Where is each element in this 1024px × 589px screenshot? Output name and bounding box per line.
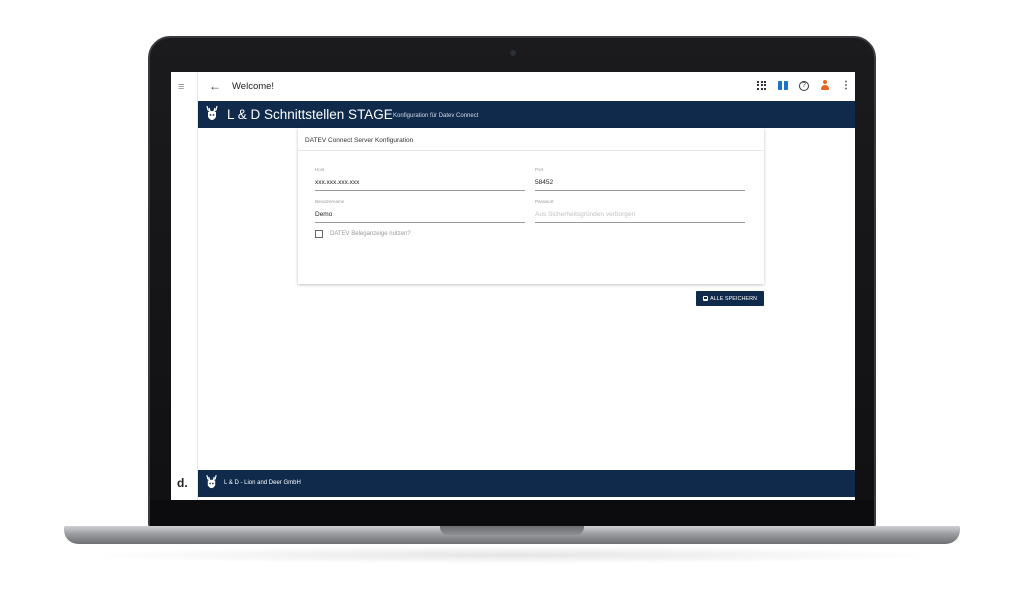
top-toolbar: ← Welcome! ? ⋮	[198, 72, 855, 101]
port-field[interactable]: Port 58452	[535, 167, 745, 191]
app-title: L & D Schnittstellen STAGE	[227, 107, 393, 122]
camera-icon	[510, 50, 516, 56]
app-subtitle: Konfiguration für Datev Connect	[393, 113, 479, 119]
arrow-left-icon[interactable]: ←	[209, 79, 221, 93]
username-field[interactable]: Benutzername Demo	[315, 199, 525, 223]
toolbar-icons: ? ⋮	[757, 80, 851, 91]
laptop-bezel	[150, 500, 874, 526]
rail-logo: d.	[177, 476, 188, 490]
host-input[interactable]: xxx.xxx.xxx.xxx	[315, 179, 525, 191]
password-label: Passwort	[535, 199, 554, 204]
deer-logo-icon	[206, 474, 217, 489]
help-icon[interactable]: ?	[799, 80, 809, 91]
save-all-label: ALLE SPEICHERN	[709, 295, 758, 302]
page-title: Welcome!	[232, 81, 275, 92]
apps-grid-icon[interactable]	[757, 80, 767, 91]
hamburger-menu-icon[interactable]: ≡	[178, 82, 184, 93]
deer-logo-icon	[206, 105, 218, 120]
config-card: DATEV Connect Server Konfiguration Host …	[298, 128, 764, 284]
username-input[interactable]: Demo	[315, 211, 525, 223]
app-footer: L & D - Lion and Deer GmbH	[198, 470, 855, 497]
port-label: Port	[535, 167, 544, 172]
port-input[interactable]: 58452	[535, 179, 745, 191]
laptop-notch	[440, 526, 584, 535]
password-field[interactable]: Passwort Aus Sicherheitsgründen verborge…	[535, 199, 745, 223]
more-vert-icon[interactable]: ⋮	[841, 80, 851, 91]
footer-company: L & D - Lion and Deer GmbH	[224, 480, 301, 486]
side-rail: ≡ d.	[171, 72, 198, 500]
password-input[interactable]: Aus Sicherheitsgründen verborgen	[535, 211, 745, 223]
laptop-screen: ≡ d. ← Welcome! ? ⋮ L & D Schnittstellen…	[171, 72, 855, 500]
save-all-button[interactable]: ALLE SPEICHERN	[696, 291, 764, 306]
app-header: L & D Schnittstellen STAGE Konfiguration…	[198, 101, 855, 128]
gift-icon[interactable]	[778, 81, 788, 90]
host-label: Host	[315, 167, 325, 172]
beleganzeige-checkbox[interactable]	[315, 230, 323, 238]
footer-divider	[198, 497, 855, 500]
floppy-disk-icon	[702, 296, 708, 301]
card-title: DATEV Connect Server Konfiguration	[298, 128, 764, 151]
username-label: Benutzername	[315, 199, 345, 204]
host-field[interactable]: Host xxx.xxx.xxx.xxx	[315, 167, 525, 191]
user-icon[interactable]	[820, 80, 830, 91]
beleganzeige-option[interactable]: DATEV Beleganzeige nutzen?	[315, 230, 411, 238]
beleganzeige-label: DATEV Beleganzeige nutzen?	[330, 231, 411, 237]
laptop-shadow	[80, 546, 944, 564]
